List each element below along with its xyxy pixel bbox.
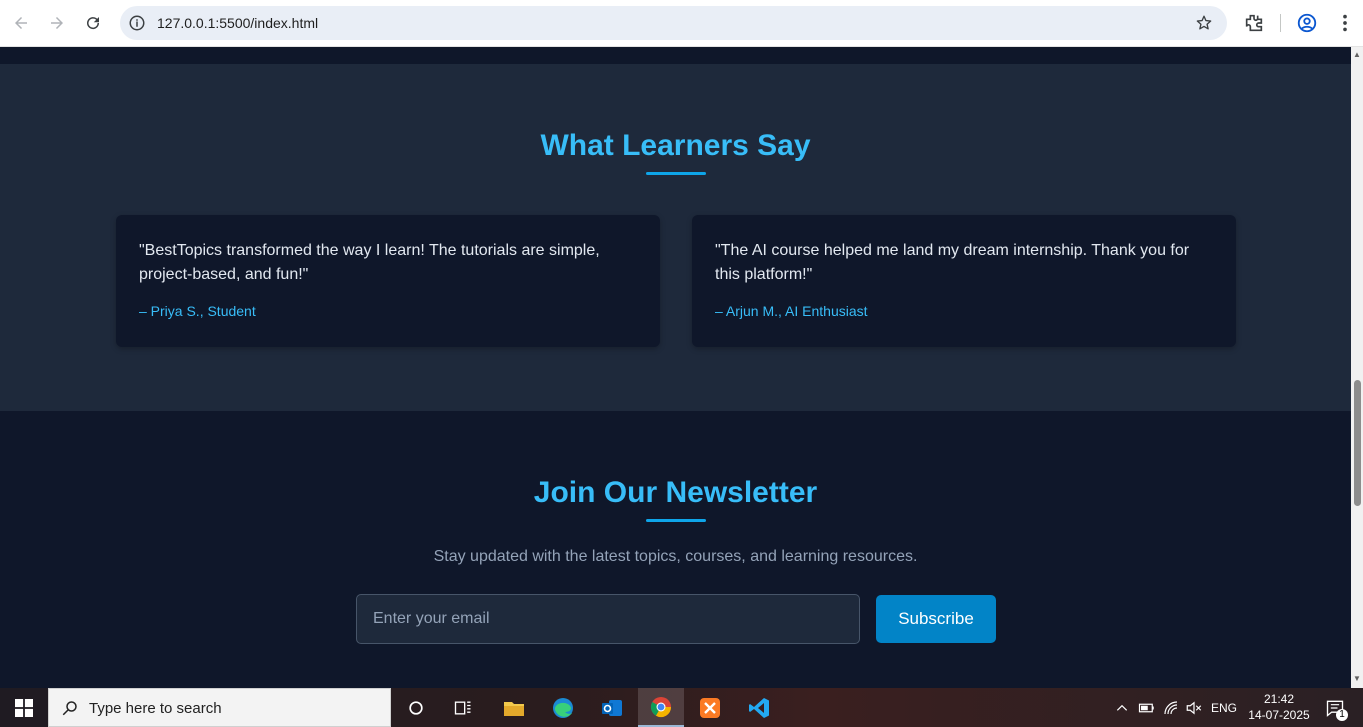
battery-icon[interactable] [1136,688,1158,727]
extensions-icon[interactable] [1243,12,1265,34]
tray-chevron-up-icon[interactable] [1112,688,1132,727]
testimonial-author: – Arjun M., AI Enthusiast [715,303,868,319]
taskbar: Type here to search ENG 21:42 14-07-2025 [0,688,1363,727]
page-scrollbar[interactable]: ▲ ▼ [1351,47,1363,688]
volume-muted-icon[interactable] [1183,688,1205,727]
bookmark-star-icon[interactable] [1195,14,1213,32]
scroll-up-icon[interactable]: ▲ [1353,51,1361,59]
language-indicator[interactable]: ENG [1208,688,1240,727]
windows-start-icon[interactable] [0,688,48,727]
testimonial-quote: "The AI course helped me land my dream i… [715,242,1190,283]
search-placeholder: Type here to search [89,700,222,717]
url-text: 127.0.0.1:5500/index.html [157,15,319,31]
search-icon [61,699,79,717]
title-underline [646,172,706,175]
toolbar-separator [1280,14,1281,32]
site-info-icon[interactable] [128,14,146,32]
wifi-icon[interactable] [1160,688,1182,727]
testimonial-author: – Priya S., Student [139,303,256,319]
email-input[interactable] [356,594,860,644]
clock-date: 14-07-2025 [1248,708,1310,722]
task-view-icon[interactable] [440,688,486,727]
testimonials-section: What Learners Say "BestTopics transforme… [0,64,1351,411]
newsletter-section: Join Our Newsletter Stay updated with th… [0,411,1351,688]
testimonial-quote: "BestTopics transformed the way I learn!… [139,242,600,283]
scrollbar-thumb[interactable] [1354,380,1361,506]
menu-kebab-icon[interactable] [1334,12,1356,34]
testimonials-title: What Learners Say [540,129,811,162]
taskbar-clock[interactable]: 21:42 14-07-2025 [1244,691,1314,723]
notification-center-icon[interactable]: 1 [1322,688,1348,727]
xampp-icon[interactable] [687,688,733,727]
vscode-icon[interactable] [736,688,782,727]
taskbar-search[interactable]: Type here to search [48,688,391,727]
forward-icon[interactable] [44,10,70,36]
page-viewport: What Learners Say "BestTopics transforme… [0,47,1351,688]
cortana-icon[interactable] [393,688,439,727]
profile-icon[interactable] [1296,12,1318,34]
scroll-down-icon[interactable]: ▼ [1353,675,1361,683]
chrome-icon[interactable] [638,688,684,727]
previous-section-edge [0,47,1351,64]
testimonial-card: "The AI course helped me land my dream i… [692,215,1236,347]
edge-icon[interactable] [540,688,586,727]
newsletter-subtitle: Stay updated with the latest topics, cou… [433,548,918,565]
file-explorer-icon[interactable] [491,688,537,727]
back-icon[interactable] [8,10,34,36]
newsletter-title: Join Our Newsletter [533,476,818,509]
reload-icon[interactable] [80,10,106,36]
clock-time: 21:42 [1263,692,1295,706]
browser-toolbar: 127.0.0.1:5500/index.html [0,0,1363,47]
testimonial-card: "BestTopics transformed the way I learn!… [116,215,660,347]
subscribe-button[interactable]: Subscribe [876,595,996,643]
address-bar[interactable]: 127.0.0.1:5500/index.html [120,6,1227,40]
notification-badge: 1 [1336,709,1348,721]
title-underline [646,519,706,522]
outlook-icon[interactable] [589,688,635,727]
